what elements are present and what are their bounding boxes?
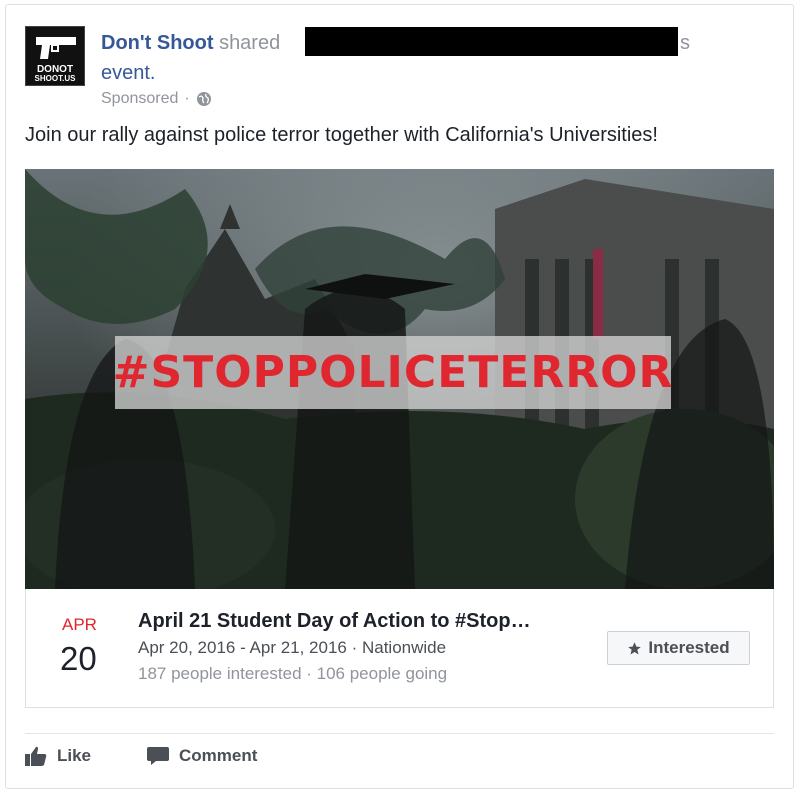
redaction-bar <box>305 27 678 56</box>
avatar-logo-text: DONOT SHOOT.US <box>34 64 76 84</box>
action-divider <box>25 733 774 734</box>
event-cover-image[interactable]: #STOPPOLICETERROR <box>25 169 774 589</box>
event-link[interactable]: event. <box>101 62 155 84</box>
event-attendance: 187 people interested · 106 people going <box>138 664 448 683</box>
shared-text: shared <box>219 32 281 54</box>
sponsored-text: Sponsored <box>101 90 179 107</box>
gun-logo-icon <box>36 37 76 59</box>
comment-button[interactable]: Comment <box>147 746 257 766</box>
author-link[interactable]: Don't Shoot <box>101 32 214 54</box>
event-month: APR <box>62 615 97 634</box>
comment-label: Comment <box>179 746 258 765</box>
hashtag-banner: #STOPPOLICETERROR <box>112 336 674 409</box>
like-button[interactable]: Like <box>25 746 91 766</box>
interested-button[interactable]: Interested <box>607 631 750 665</box>
thumbs-up-icon <box>25 746 47 766</box>
interested-label: Interested <box>648 638 730 657</box>
star-icon <box>628 641 642 654</box>
comment-icon <box>147 747 169 765</box>
globe-icon <box>196 92 211 106</box>
event-day: 20 <box>60 640 97 677</box>
sponsored-label: Sponsored · <box>101 90 212 108</box>
like-label: Like <box>57 746 92 765</box>
dot-separator: · <box>184 90 190 107</box>
event-title-link[interactable]: April 21 Student Day of Action to #Stop… <box>138 610 531 633</box>
event-dates: Apr 20, 2016 - Apr 21, 2016 · Nationwide <box>138 638 447 657</box>
page-avatar[interactable]: DONOT SHOOT.US <box>25 26 85 86</box>
post-message: Join our rally against police terror tog… <box>25 124 658 146</box>
redacted-tail-text: s <box>680 32 690 54</box>
hashtag-text: #STOPPOLICETERROR <box>112 347 674 398</box>
